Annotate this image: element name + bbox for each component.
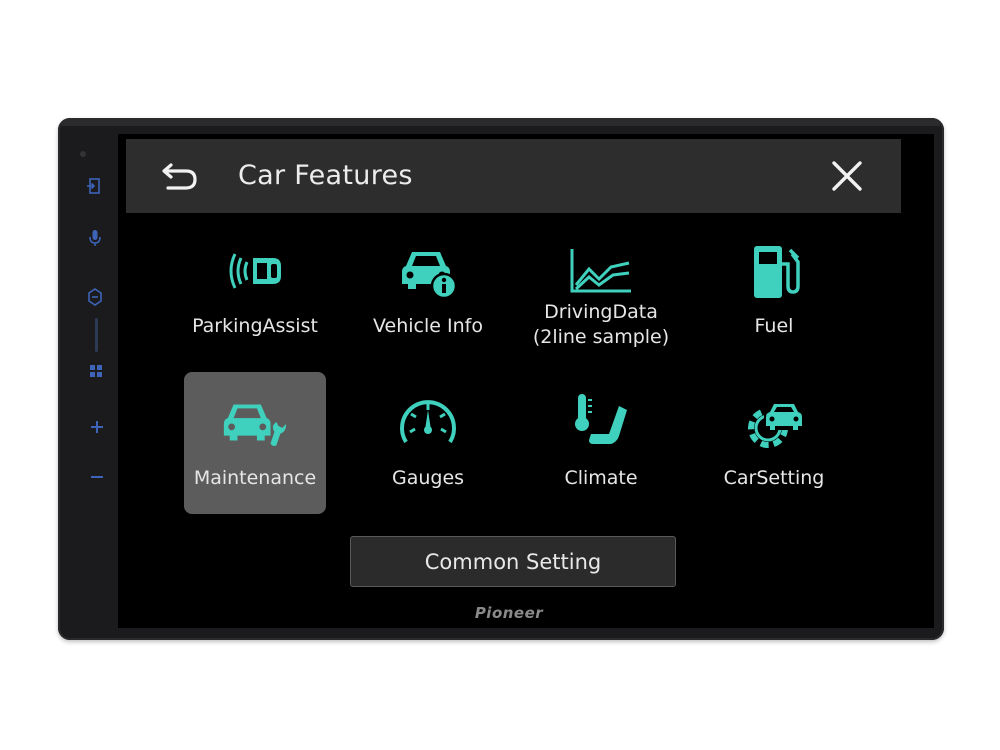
volume-down-icon[interactable] bbox=[87, 467, 107, 487]
feature-label: ParkingAssist bbox=[192, 315, 318, 337]
title-bar: Car Features bbox=[126, 139, 901, 213]
feature-label: Vehicle Info bbox=[373, 315, 483, 337]
side-slider-track bbox=[95, 318, 98, 352]
feature-car-setting[interactable]: CarSetting bbox=[703, 372, 845, 514]
feature-label-line2: (2line sample) bbox=[532, 326, 670, 348]
feature-driving-data[interactable]: DrivingData (2line sample) bbox=[530, 220, 672, 362]
display-screen: Car Features ParkingAssist Vehicle Info … bbox=[118, 134, 934, 628]
feature-parking-assist[interactable]: ParkingAssist bbox=[184, 220, 326, 362]
page-title: Car Features bbox=[238, 160, 413, 191]
microphone-icon[interactable] bbox=[85, 228, 105, 248]
feature-label: DrivingData (2line sample) bbox=[510, 300, 692, 350]
feature-gauges[interactable]: Gauges bbox=[357, 372, 499, 514]
feature-fuel[interactable]: Fuel bbox=[703, 220, 845, 362]
parking-sensor-icon bbox=[220, 240, 290, 302]
speedometer-icon bbox=[393, 392, 463, 454]
feature-maintenance[interactable]: Maintenance bbox=[184, 372, 326, 514]
thermometer-seat-icon bbox=[566, 392, 636, 454]
line-chart-icon bbox=[566, 240, 636, 302]
source-icon[interactable] bbox=[84, 176, 104, 196]
feature-label-line1: DrivingData bbox=[544, 301, 658, 323]
close-button[interactable] bbox=[826, 155, 868, 197]
feature-label: Climate bbox=[564, 467, 638, 489]
feature-label: Maintenance bbox=[193, 467, 317, 489]
common-setting-button[interactable]: Common Setting bbox=[350, 536, 676, 587]
feature-label: Fuel bbox=[754, 315, 794, 337]
feature-climate[interactable]: Climate bbox=[530, 372, 672, 514]
navigation-icon[interactable] bbox=[85, 287, 105, 307]
brand-logo: Pioneer bbox=[474, 604, 544, 622]
back-button[interactable] bbox=[156, 155, 204, 197]
feature-label: Gauges bbox=[391, 467, 465, 489]
car-gear-icon bbox=[739, 392, 809, 454]
bezel-top-edge bbox=[62, 120, 940, 126]
car-info-icon bbox=[393, 240, 463, 302]
feature-label: CarSetting bbox=[723, 467, 825, 489]
fuel-pump-icon bbox=[739, 240, 809, 302]
feature-vehicle-info[interactable]: Vehicle Info bbox=[357, 220, 499, 362]
indicator-led bbox=[80, 151, 86, 157]
volume-up-icon[interactable] bbox=[87, 417, 107, 437]
close-icon bbox=[832, 161, 862, 191]
back-arrow-icon bbox=[162, 163, 197, 190]
apps-grid-icon[interactable] bbox=[86, 361, 106, 381]
car-wrench-icon bbox=[220, 392, 290, 454]
